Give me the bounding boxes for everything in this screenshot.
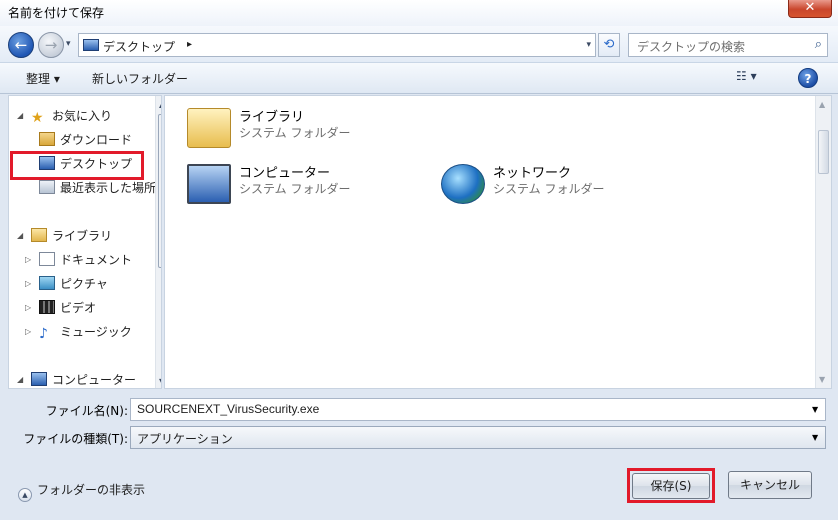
close-icon: ✕: [804, 0, 816, 15]
pictures-icon: [39, 276, 55, 290]
list-item-network[interactable]: ネットワーク システム フォルダー: [441, 162, 661, 206]
nav-item-label: ピクチャ: [60, 277, 108, 291]
computer-icon: [187, 164, 231, 204]
expand-arrow-icon[interactable]: ▷: [25, 250, 31, 270]
scroll-down-arrow-icon[interactable]: ▼: [159, 377, 161, 386]
recent-places-icon: [39, 180, 55, 194]
nav-item-label: ビデオ: [60, 301, 97, 315]
collapse-arrow-icon[interactable]: ◢: [17, 370, 23, 388]
nav-item-downloads[interactable]: ダウンロード: [39, 130, 132, 150]
hide-folders-label: フォルダーの非表示: [37, 483, 146, 497]
search-input[interactable]: デスクトップの検索 ⌕: [628, 33, 828, 57]
navigation-bar: ← → ▾ デスクトップ ▸ ▾ ⟲ デスクトップの検索 ⌕: [0, 26, 838, 62]
new-folder-button[interactable]: 新しいフォルダー: [92, 70, 188, 87]
help-icon[interactable]: ?: [798, 68, 818, 88]
cancel-button[interactable]: キャンセル: [728, 471, 812, 499]
nav-item-videos[interactable]: ▷ ビデオ: [25, 298, 97, 318]
forward-arrow-icon: →: [44, 36, 58, 54]
collapse-arrow-icon[interactable]: ◢: [17, 226, 23, 246]
scrollbar-thumb[interactable]: [158, 114, 161, 268]
back-button[interactable]: ←: [8, 32, 34, 58]
navigation-pane: ◢ ★ お気に入り ダウンロード デスクトップ 最近表示した場所 ◢ ライブラリ …: [8, 95, 162, 389]
nav-item-label: ダウンロード: [60, 133, 133, 147]
music-note-icon: ♪: [39, 326, 48, 342]
address-path[interactable]: デスクトップ: [103, 38, 175, 55]
scrollbar-thumb[interactable]: [818, 130, 829, 174]
scroll-down-arrow-icon[interactable]: ▼: [819, 375, 825, 384]
filename-value: SOURCENEXT_VirusSecurity.exe: [137, 402, 320, 416]
documents-icon: [39, 252, 55, 266]
filetype-value: アプリケーション: [137, 432, 233, 446]
expand-arrow-icon[interactable]: ▷: [25, 322, 31, 342]
breadcrumb-arrow-icon[interactable]: ▸: [187, 39, 192, 50]
search-placeholder: デスクトップの検索: [637, 40, 746, 54]
nav-item-label: ライブラリ: [52, 229, 113, 243]
expand-arrow-icon[interactable]: ▷: [25, 274, 31, 294]
filename-label: ファイル名(N):: [45, 404, 128, 418]
forward-button[interactable]: →: [38, 32, 64, 58]
close-button[interactable]: ✕: [788, 0, 832, 18]
nav-item-pictures[interactable]: ▷ ピクチャ: [25, 274, 108, 294]
file-list-pane: ライブラリ システム フォルダー コンピューター システム フォルダー ネットワ…: [164, 95, 832, 389]
item-type: システム フォルダー: [239, 126, 351, 140]
nav-item-libraries[interactable]: ◢ ライブラリ: [17, 226, 113, 246]
list-item-libraries[interactable]: ライブラリ システム フォルダー: [187, 106, 407, 150]
refresh-icon: ⟲: [603, 37, 615, 52]
save-button[interactable]: 保存(S): [632, 473, 710, 499]
list-item-computer[interactable]: コンピューター システム フォルダー: [187, 162, 407, 206]
refresh-button[interactable]: ⟲: [598, 33, 620, 57]
navigation-pane-scrollbar[interactable]: ▲ ▼: [155, 96, 161, 388]
address-dropdown-icon[interactable]: ▾: [586, 40, 591, 50]
film-strip-icon: [39, 300, 55, 314]
library-folder-icon: [31, 228, 47, 242]
organize-menu-button[interactable]: 整理 ▾: [26, 70, 60, 87]
nav-item-documents[interactable]: ▷ ドキュメント: [25, 250, 133, 270]
back-arrow-icon: ←: [14, 36, 28, 54]
address-bar[interactable]: デスクトップ ▸ ▾: [78, 33, 596, 57]
nav-item-favorites[interactable]: ◢ ★ お気に入り: [17, 106, 113, 126]
item-name: ライブラリ: [239, 110, 305, 125]
filetype-label: ファイルの種類(T):: [23, 432, 128, 446]
recent-pages-dropdown-icon[interactable]: ▾: [66, 39, 71, 49]
hide-folders-toggle[interactable]: ▲ フォルダーの非表示: [18, 481, 145, 502]
item-name: ネットワーク: [493, 166, 572, 181]
command-toolbar: 整理 ▾ 新しいフォルダー ☷ ▾ ?: [0, 62, 838, 94]
title-bar: 名前を付けて保存 ✕: [0, 0, 838, 26]
item-type: システム フォルダー: [239, 182, 351, 196]
search-icon[interactable]: ⌕: [815, 37, 822, 52]
downloads-folder-icon: [39, 132, 55, 146]
library-folder-icon: [187, 108, 231, 148]
file-list-scrollbar[interactable]: ▲ ▼: [815, 96, 831, 388]
desktop-icon: [83, 39, 99, 51]
scroll-up-arrow-icon[interactable]: ▲: [819, 100, 825, 109]
chevron-up-icon: ▲: [18, 488, 32, 502]
nav-item-label: コンピューター: [52, 373, 137, 387]
collapse-arrow-icon[interactable]: ◢: [17, 106, 23, 126]
expand-arrow-icon[interactable]: ▷: [25, 298, 31, 318]
nav-item-label: ドキュメント: [60, 253, 133, 267]
nav-item-label: 最近表示した場所: [60, 181, 157, 195]
nav-item-music[interactable]: ▷ ♪ ミュージック: [25, 322, 132, 342]
filetype-select[interactable]: アプリケーション: [130, 426, 826, 449]
computer-icon: [31, 372, 47, 386]
nav-item-computer[interactable]: ◢ コンピューター: [17, 370, 137, 388]
nav-item-label: ミュージック: [60, 325, 132, 339]
filename-dropdown-icon[interactable]: ▼: [812, 405, 818, 414]
network-globe-icon: [441, 164, 485, 204]
change-view-icon[interactable]: ☷ ▾: [736, 69, 772, 87]
filename-input[interactable]: SOURCENEXT_VirusSecurity.exe: [130, 398, 826, 421]
star-icon: ★: [31, 110, 44, 126]
nav-item-recent-places[interactable]: 最近表示した場所: [39, 178, 156, 198]
item-name: コンピューター: [239, 166, 331, 181]
window-title: 名前を付けて保存: [8, 6, 105, 20]
nav-item-label: お気に入り: [52, 109, 113, 123]
item-type: システム フォルダー: [493, 182, 605, 196]
desktop-highlight-outline: [10, 151, 144, 180]
scroll-up-arrow-icon[interactable]: ▲: [159, 100, 161, 109]
filetype-dropdown-icon[interactable]: ▼: [812, 433, 818, 442]
